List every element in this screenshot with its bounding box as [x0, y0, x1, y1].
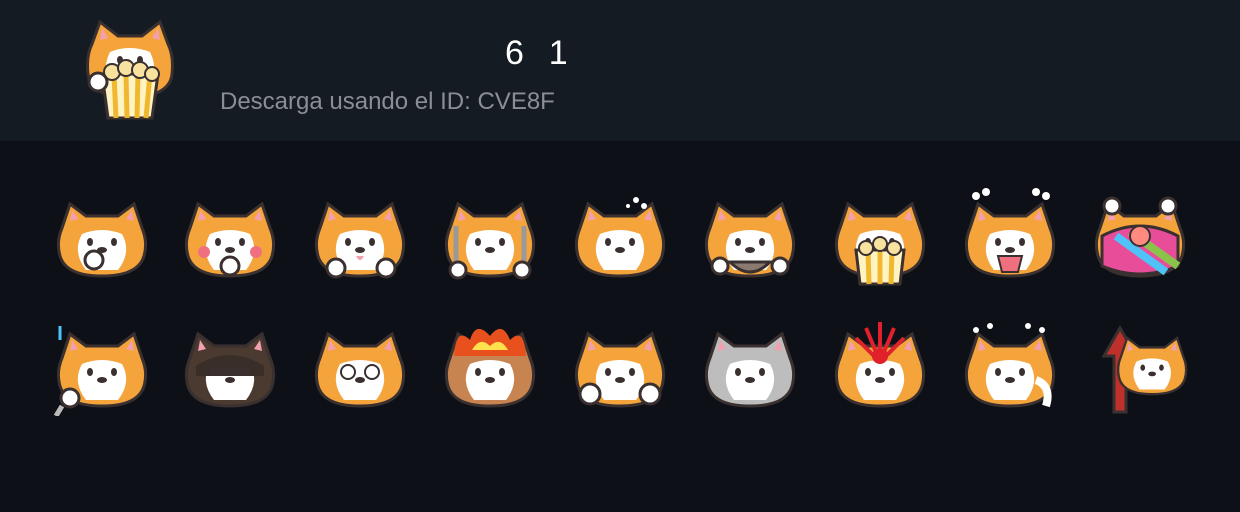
sticker-pack-header: 6 1 Descarga usando el ID: CVE8F [0, 0, 1240, 141]
sticker-cat-fire-icon[interactable] [436, 316, 544, 416]
sticker-cat-crying-icon[interactable] [956, 186, 1064, 286]
sticker-cat-peek-icon[interactable] [306, 186, 414, 286]
pack-logo-cat-popcorn-icon [80, 16, 180, 124]
cat-peek-icon [314, 201, 406, 279]
sticker-cat-exploding-icon[interactable] [826, 316, 934, 416]
sticker-cat-blush-icon[interactable] [176, 186, 284, 286]
sticker-cat-arrow-up-icon[interactable] [1086, 316, 1194, 416]
sticker-cat-dizzy-icon[interactable] [566, 186, 674, 286]
sticker-cat-popcorn-icon[interactable] [826, 186, 934, 286]
cat-sweating-icon [964, 323, 1056, 408]
cat-arrow-up-icon [1101, 324, 1188, 414]
cat-knife-fork-icon [444, 201, 536, 280]
sticker-grid [0, 141, 1240, 512]
sticker-cat-rainbow-icon[interactable] [1086, 186, 1194, 286]
sticker-cat-knife-fork-icon[interactable] [436, 186, 544, 286]
sticker-cat-bowl-icon[interactable] [696, 186, 804, 286]
sticker-cat-sweating-icon[interactable] [956, 316, 1064, 416]
cat-dizzy-icon [574, 197, 666, 278]
cat-stare-icon [314, 331, 406, 408]
cat-rainbow-icon [1094, 196, 1186, 278]
cat-happy-icon [574, 331, 666, 408]
sticker-cat-gray-icon[interactable] [696, 316, 804, 416]
download-id-text: Descarga usando el ID: CVE8F [220, 88, 555, 115]
pack-title: 6 1 [505, 34, 570, 72]
sticker-cat-smirk-icon[interactable] [48, 186, 156, 286]
cat-fire-icon [444, 328, 536, 408]
sticker-cat-happy-icon[interactable] [566, 316, 674, 416]
sticker-cat-stare-icon[interactable] [306, 316, 414, 416]
cat-gray-icon [704, 331, 796, 408]
cat-smirk-icon [56, 201, 148, 278]
cat-exploding-icon [834, 322, 926, 408]
cat-dark-icon [184, 331, 276, 408]
cat-bowl-icon [704, 201, 796, 278]
cat-popcorn-icon [834, 201, 926, 286]
sticker-cat-dark-icon[interactable] [176, 316, 284, 416]
cat-blush-icon [184, 201, 276, 278]
sticker-cat-singing-icon[interactable] [48, 316, 156, 416]
cat-singing-icon [53, 326, 148, 416]
cat-crying-icon [964, 188, 1056, 278]
